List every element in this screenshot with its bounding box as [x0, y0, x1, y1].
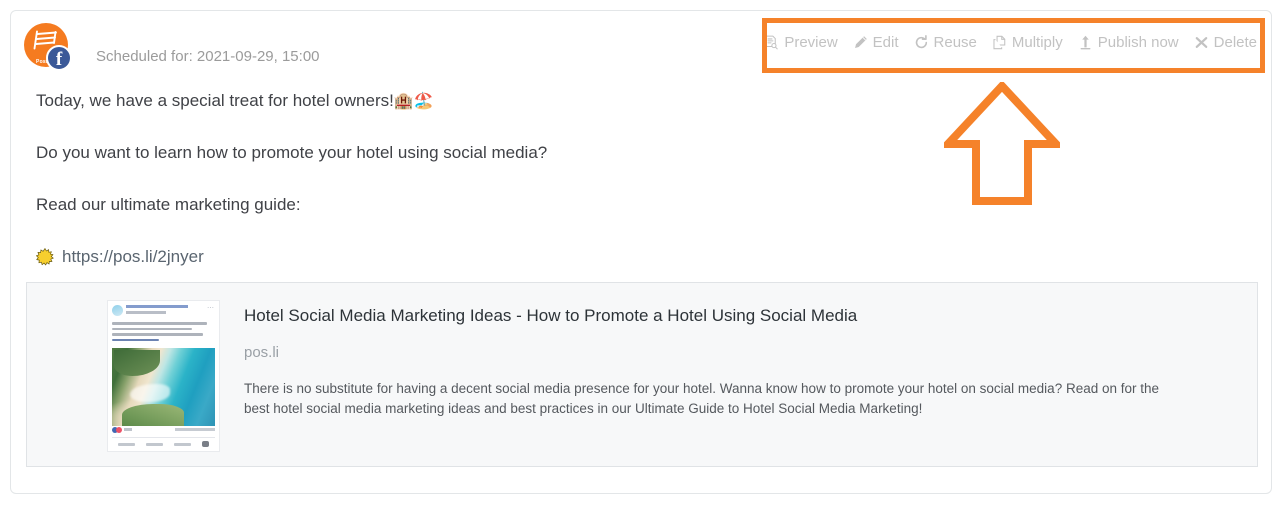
post-text-line-1-text: Today, we have a special treat for hotel…: [36, 91, 394, 110]
thumbnail-mini-header: ⋯: [112, 305, 215, 318]
post-body: Today, we have a special treat for hotel…: [36, 89, 1246, 269]
thumbnail-mini-action-bar: [112, 437, 215, 447]
preview-button[interactable]: Preview: [764, 33, 838, 51]
thumbnail-mini-actions: [112, 426, 215, 447]
multiply-button-label: Multiply: [1011, 33, 1063, 51]
multiply-button[interactable]: Multiply: [992, 35, 1063, 50]
post-link-url[interactable]: https://pos.li/2jnyer: [62, 245, 204, 269]
thumbnail-mini-timestamp: [126, 311, 166, 314]
post-text-line-2: Do you want to learn how to promote your…: [36, 143, 548, 162]
publish-now-button[interactable]: Publish now: [1078, 35, 1179, 50]
link-preview-title[interactable]: Hotel Social Media Marketing Ideas - How…: [244, 305, 1231, 327]
thumbnail-like-bar: [117, 442, 135, 446]
link-preview-domain: pos.li: [244, 344, 280, 361]
refresh-circular-arrow-icon: [914, 34, 929, 50]
scheduled-post-card: Postfity f Scheduled for: 2021-09-29, 15…: [10, 10, 1272, 494]
link-preview-text: Hotel Social Media Marketing Ideas - How…: [220, 283, 1257, 466]
thumbnail-mini-reactions: [112, 426, 215, 435]
close-x-icon: [1194, 35, 1209, 50]
link-preview-card[interactable]: ⋯ Hotel Social Media Marketing Ideas - H…: [26, 282, 1258, 467]
pencil-icon: [853, 35, 868, 50]
sun-emoji: [36, 248, 54, 266]
scheduled-time-label: Scheduled for: 2021-09-29, 15:00: [96, 48, 320, 65]
delete-button[interactable]: Delete: [1194, 35, 1257, 50]
post-action-toolbar: Preview Edit Reuse Multiply Publish now …: [758, 24, 1263, 60]
avatar: Postfity f: [24, 23, 72, 71]
delete-button-label: Delete: [1213, 33, 1257, 51]
edit-button[interactable]: Edit: [853, 35, 899, 50]
duplicate-copy-icon: [992, 35, 1007, 50]
preview-button-label: Preview: [784, 33, 838, 51]
edit-button-label: Edit: [872, 33, 899, 51]
post-text-line-1-emojis: 🏨🏖️: [393, 91, 434, 110]
upload-arrow-icon: [1078, 35, 1093, 50]
thumbnail-mini-page-name: [126, 305, 188, 308]
thumbnail-comment-bar: [145, 442, 163, 446]
thumbnail-extra-bar: [202, 441, 210, 447]
post-text-line-1: Today, we have a special treat for hotel…: [36, 89, 1246, 113]
thumbnail-mini-more-icon: ⋯: [207, 305, 214, 312]
link-preview-description: There is no substitute for having a dece…: [244, 381, 1160, 416]
facebook-badge-icon: f: [46, 45, 72, 71]
post-header: Postfity f Scheduled for: 2021-09-29, 15…: [11, 11, 1271, 79]
post-text-line-3: Read our ultimate marketing guide:: [36, 195, 301, 214]
link-preview-thumbnail: ⋯: [107, 300, 220, 452]
thumbnail-mini-text: [112, 322, 215, 344]
thumbnail-mini-avatar: [112, 305, 123, 316]
reuse-button[interactable]: Reuse: [914, 35, 977, 50]
post-link-line: https://pos.li/2jnyer: [36, 245, 1246, 269]
reuse-button-label: Reuse: [933, 33, 977, 51]
thumbnail-share-bar: [174, 442, 192, 446]
publish-now-button-label: Publish now: [1097, 33, 1179, 51]
thumbnail-beach-photo: [112, 348, 215, 426]
preview-document-search-icon: [764, 35, 779, 50]
